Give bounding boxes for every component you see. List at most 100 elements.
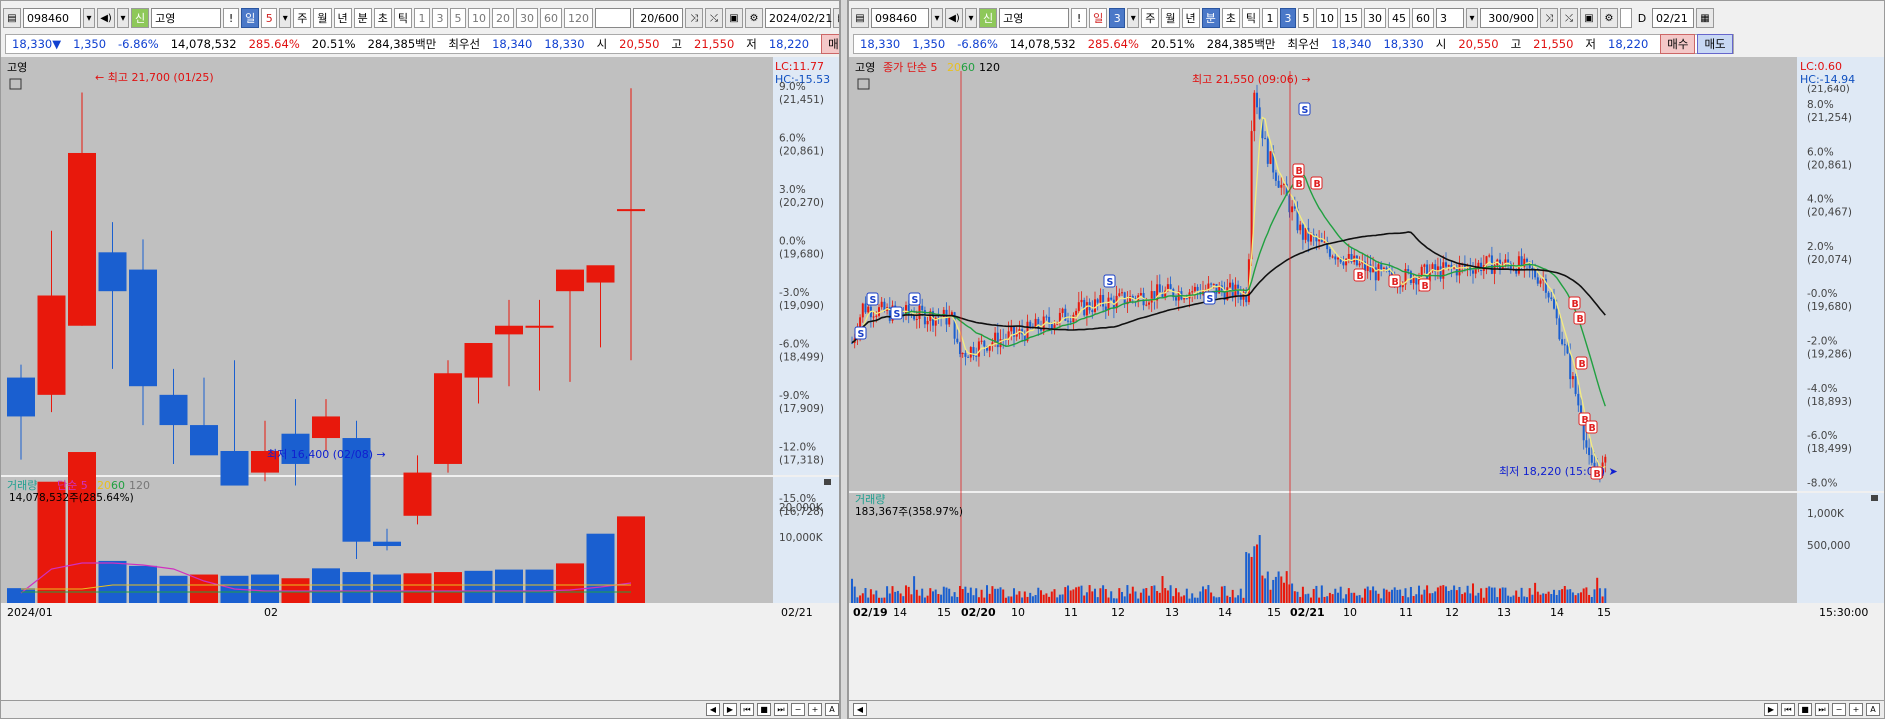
calendar-icon[interactable]: ▦ [1696,8,1714,28]
volume-pct: 285.64% [1087,37,1139,51]
settings-gear-icon[interactable]: ⚙ [745,8,763,28]
period-btn-1[interactable]: 월 [313,8,332,28]
minute-candle-body [977,341,980,357]
period-btn-2[interactable]: 년 [1181,8,1200,28]
period-btn-4[interactable]: 초 [1221,8,1240,28]
speaker-icon[interactable]: ◀) [97,8,115,28]
interval-btn-6[interactable]: 60 [540,8,562,28]
ask-price: 18,340 [492,37,533,51]
tool-b-icon[interactable]: ⤯ [705,8,723,28]
period-btn-3[interactable]: 분 [353,8,372,28]
scroll-left-icon[interactable]: ◀ [853,703,867,716]
date-field[interactable]: 2024/02/21 [765,8,832,28]
alert-button[interactable]: ! [1071,8,1088,28]
minute-volume-bar [1145,588,1148,603]
d-checkbox[interactable] [1620,8,1632,28]
scroll-right-icon[interactable]: ▶ [1764,703,1778,716]
interval-btn-6[interactable]: 45 [1388,8,1410,28]
text-tool-icon[interactable]: A [825,703,839,716]
period-num-dropdown-icon[interactable]: ▾ [279,8,292,28]
count-field[interactable]: 20/600 [633,8,683,28]
save-icon[interactable]: ▣ [725,8,743,28]
zoom-out-icon[interactable]: − [1832,703,1846,716]
interval-btn-7[interactable]: 120 [564,8,593,28]
stock-name-field[interactable]: 고영 [151,8,222,28]
stock-name-field[interactable]: 고영 [999,8,1070,28]
interval-btn-4[interactable]: 20 [492,8,514,28]
stop-icon[interactable]: ■ [1798,703,1812,716]
stop-icon[interactable]: ■ [757,703,771,716]
period-btn-3[interactable]: 분 [1201,8,1220,28]
stock-code-input[interactable]: 098460 [23,8,81,28]
period-btn-5[interactable]: 틱 [393,8,412,28]
tool-a-icon[interactable]: ⤨ [685,8,703,28]
sell-button[interactable]: 매도 [1697,34,1733,54]
zoom-in-icon[interactable]: + [1849,703,1863,716]
minute-candle-chart[interactable]: 고영 종가 단순 5 20 60 120 LC:0.60HC:-14.94(21,640)… [849,57,1884,701]
scroll-right-icon[interactable]: ▶ [723,703,737,716]
speaker-icon[interactable]: ◀) [945,8,963,28]
code-dropdown-icon[interactable]: ▾ [931,8,943,28]
interval-btn-1[interactable]: 3 [1280,8,1296,28]
stock-code-input[interactable]: 098460 [871,8,929,28]
sub-num-field[interactable]: 3 [1436,8,1464,28]
interval-btn-7[interactable]: 60 [1412,8,1434,28]
period-btn-0[interactable]: 주 [293,8,312,28]
period-num-field[interactable]: 3 [1109,8,1126,28]
interval-btn-1[interactable]: 3 [432,8,448,28]
code-dropdown-icon[interactable]: ▾ [83,8,95,28]
calendar-icon[interactable]: ▦ [833,8,839,28]
interval-btn-0[interactable]: 1 [1262,8,1278,28]
period-num-dropdown-icon[interactable]: ▾ [1127,8,1140,28]
minute-volume-bar [1037,587,1040,603]
date-field[interactable]: 02/21 [1652,8,1694,28]
tool-b-icon[interactable]: ⤯ [1560,8,1578,28]
last-icon[interactable]: ⏭ [774,703,788,716]
interval-btn-5[interactable]: 30 [516,8,538,28]
interval-btn-2[interactable]: 5 [1298,8,1314,28]
period-btn-2[interactable]: 년 [333,8,352,28]
period-btn-0[interactable]: 주 [1141,8,1160,28]
scroll-left-icon[interactable]: ◀ [706,703,720,716]
window-menu-icon[interactable]: ▤ [3,8,21,28]
interval-btn-5[interactable]: 30 [1364,8,1386,28]
zoom-in-icon[interactable]: + [808,703,822,716]
right-scroll-bar[interactable]: ◀ ▶ ⏮ ■ ⏭ − + A [849,700,1884,718]
sub-num-dropdown-icon[interactable]: ▾ [1466,8,1478,28]
left-scroll-bar[interactable]: ◀ ▶ ⏮ ■ ⏭ − + A [1,700,839,718]
zoom-out-icon[interactable]: − [791,703,805,716]
interval-btn-0[interactable]: 1 [414,8,430,28]
interval-btn-3[interactable]: 10 [468,8,490,28]
minute-volume-bar [1590,596,1593,603]
settings-gear-icon[interactable]: ⚙ [1600,8,1618,28]
period-num-field[interactable]: 5 [261,8,278,28]
minute-candle-body [1175,297,1177,301]
interval-btn-3[interactable]: 10 [1316,8,1338,28]
daily-candle-chart[interactable]: 고영 LC:11.77HC:-15.539.0%(21,451)6.0%(20,8… [1,57,839,701]
last-icon[interactable]: ⏭ [1815,703,1829,716]
blank-field[interactable] [595,8,631,28]
minute-volume-bar [1542,593,1545,603]
tool-a-icon[interactable]: ⤨ [1540,8,1558,28]
first-icon[interactable]: ⏮ [740,703,754,716]
pane-splitter[interactable] [840,0,848,719]
interval-btn-4[interactable]: 15 [1340,8,1362,28]
alert-button[interactable]: ! [223,8,240,28]
minute-candle-body [1050,323,1053,329]
buy-button[interactable]: 매수 [821,34,839,54]
save-icon[interactable]: ▣ [1580,8,1598,28]
first-icon[interactable]: ⏮ [1781,703,1795,716]
speaker-dropdown-icon[interactable]: ▾ [117,8,129,28]
period-day-button[interactable]: 일 [241,8,260,28]
buy-button[interactable]: 매수 [1660,34,1696,54]
speaker-dropdown-icon[interactable]: ▾ [965,8,977,28]
minute-volume-bar [926,595,929,603]
count-field[interactable]: 300/900 [1480,8,1538,28]
period-btn-4[interactable]: 초 [373,8,392,28]
period-btn-1[interactable]: 월 [1161,8,1180,28]
period-btn-5[interactable]: 틱 [1241,8,1260,28]
window-menu-icon[interactable]: ▤ [851,8,869,28]
interval-btn-2[interactable]: 5 [450,8,466,28]
text-tool-icon[interactable]: A [1866,703,1880,716]
period-day-button[interactable]: 일 [1089,8,1108,28]
